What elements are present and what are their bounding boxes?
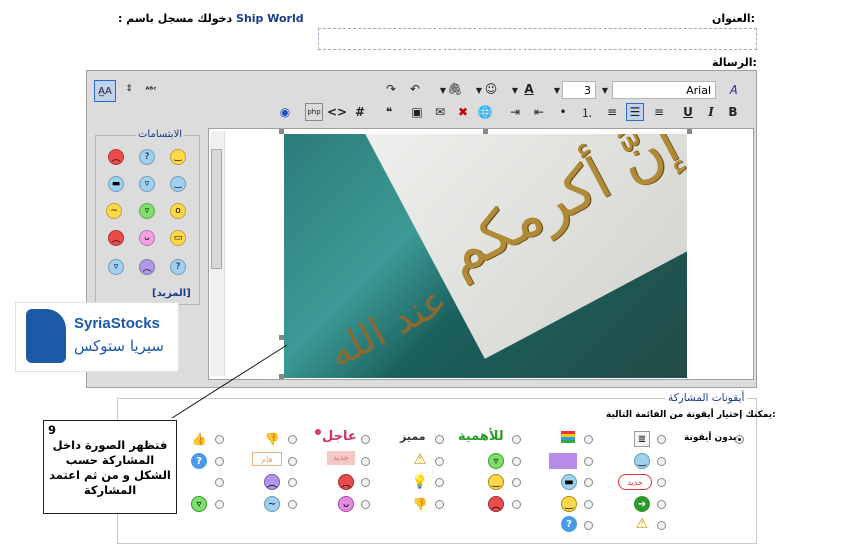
annotation-number: 9 bbox=[48, 423, 57, 437]
annotation-text: فتظهر الصورة داخل المشاركة حسب الشكل و م… bbox=[49, 438, 171, 497]
annotation-callout: 9 فتظهر الصورة داخل المشاركة حسب الشكل و… bbox=[43, 420, 177, 514]
